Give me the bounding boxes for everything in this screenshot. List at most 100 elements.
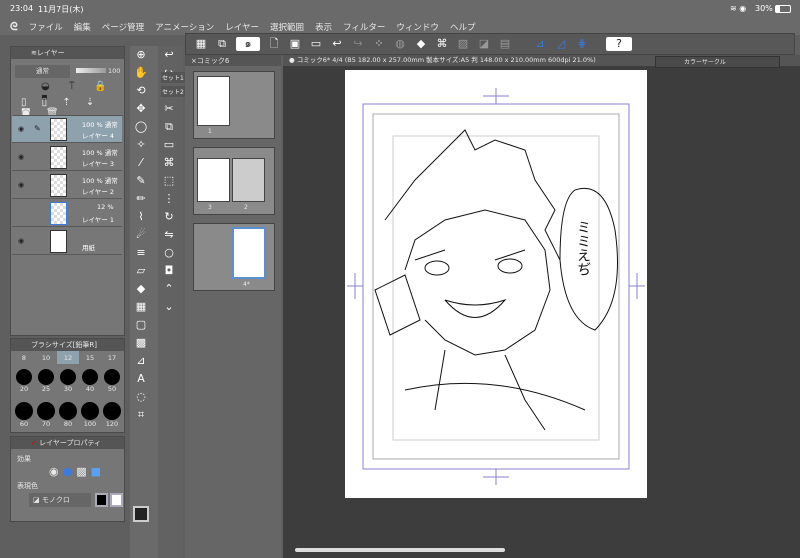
new-icon[interactable]: 🗋 [267,37,281,51]
brush-size[interactable]: 30 [57,364,79,398]
pen-icon[interactable]: ✎ [130,172,152,190]
save-icon[interactable]: ▭ [309,37,323,51]
rotate-icon[interactable]: ↻ [158,208,180,226]
shape-icon[interactable]: ◘ [158,262,180,280]
move-icon[interactable]: ✥ [130,100,152,118]
eyedropper-icon[interactable]: ⁄ [130,154,152,172]
eye-icon[interactable]: ◉ [18,237,24,245]
brush-size[interactable]: 8 [13,351,35,364]
ruler-icon[interactable]: ⊿ [130,352,152,370]
frame-icon[interactable]: ▤ [498,37,512,51]
grid-icon[interactable]: ⋮ [158,190,180,208]
brush-size[interactable]: 70 [35,398,57,432]
fill-layer-icon[interactable]: ◪ [477,37,491,51]
fill-icon[interactable]: ◆ [130,280,152,298]
set1-tab[interactable]: セット1 [161,72,185,83]
line-icon[interactable]: ⌗ [130,406,152,424]
transform-icon[interactable]: ◍ [393,37,407,51]
expression-color-select[interactable]: ◪ モノクロ [29,493,91,507]
grid-icon[interactable]: ▦ [194,37,208,51]
deselect-icon[interactable]: ⁘ [372,37,386,51]
cut-icon[interactable]: ✂ [158,100,180,118]
eye-icon[interactable]: ◉ [18,181,24,189]
symmetry-icon[interactable]: ⋕ [575,37,589,51]
pages-tab[interactable]: × コミック6 [185,55,281,66]
layer-row[interactable]: 12 % レイヤー 1 [12,200,122,227]
brush-size[interactable]: 10 [35,351,57,364]
layer-properties-tab[interactable]: ✓ レイヤープロパティ [11,437,124,449]
set2-tab[interactable]: セット2 [161,86,185,97]
open-icon[interactable]: ▣ [288,37,302,51]
brush-size[interactable]: 120 [101,398,123,432]
opacity-slider[interactable] [76,68,106,73]
down-icon[interactable]: ⌄ [158,298,180,316]
menu-help[interactable]: ヘルプ [450,21,476,33]
layer-icon[interactable]: ⧉ [215,37,229,51]
brush-size[interactable]: 15 [79,351,101,364]
rotate-icon[interactable]: ⟲ [130,82,152,100]
spiral-icon[interactable]: ๑ [236,37,260,51]
wand-icon[interactable]: ✧ [130,136,152,154]
menu-layer[interactable]: レイヤー [225,21,259,33]
menu-window[interactable]: ウィンドウ [396,21,439,33]
page-spread[interactable]: 32 [193,147,275,215]
fill-icon[interactable]: ◆ [414,37,428,51]
brush-size[interactable]: 25 [35,364,57,398]
brush-size-selected[interactable]: 12 [57,351,79,364]
eraser-icon[interactable]: ▱ [130,262,152,280]
brush-size[interactable]: 17 [101,351,123,364]
black-color-swatch[interactable] [95,493,108,507]
brush-size[interactable]: 20 [13,364,35,398]
page-spread[interactable]: 4* [193,223,275,291]
copy-icon[interactable]: ⧉ [158,118,180,136]
paste-icon[interactable]: ▭ [158,136,180,154]
zoom-icon[interactable]: ⊕ [130,46,152,64]
transform-icon[interactable]: ⌘ [158,154,180,172]
crop-icon[interactable]: ⌘ [435,37,449,51]
lasso-icon[interactable]: ◯ [130,118,152,136]
brush-size[interactable]: 50 [101,364,123,398]
app-logo-icon[interactable]: ᘓ [10,20,18,34]
effect-icons[interactable]: ◉●▩■ [49,465,105,478]
airbrush-icon[interactable]: ☄ [130,226,152,244]
menu-filter[interactable]: フィルター [343,21,385,33]
blend-icon[interactable]: ≡ [130,244,152,262]
clear-icon[interactable]: ▨ [456,37,470,51]
blend-mode-select[interactable]: 通常 [15,65,70,78]
up-icon[interactable]: ⌃ [158,280,180,298]
redo-icon[interactable]: ↪ [351,37,365,51]
ruler-icon[interactable]: ⊿ [533,37,547,51]
menu-selection[interactable]: 選択範囲 [270,21,304,33]
balloon-icon[interactable]: ◌ [130,388,152,406]
canvas-page[interactable]: ミミえぢ [345,70,647,498]
pencil-icon[interactable]: ✏ [130,190,152,208]
layer-row[interactable]: ◉ ✎ 100 % 通常 レイヤー 4 [12,116,122,143]
main-color-swatch[interactable] [133,506,149,522]
text-icon[interactable]: A [130,370,152,388]
brush-size[interactable]: 80 [57,398,79,432]
brush-size-tab[interactable]: ブラシサイズ[鉛筆R] [11,339,124,351]
brush-size[interactable]: 100 [79,398,101,432]
frame-icon[interactable]: ▩ [130,334,152,352]
layer-row[interactable]: ◉ 100 % 通常 レイヤー 3 [12,144,122,171]
menu-view[interactable]: 表示 [315,21,332,33]
eye-icon[interactable]: ◉ [18,153,24,161]
brush-size[interactable]: 40 [79,364,101,398]
layers-tab[interactable]: ≋ レイヤー [11,47,124,59]
menu-page[interactable]: ページ管理 [102,21,144,33]
color-circle-panel[interactable]: カラーサークル [655,56,780,68]
undo-icon[interactable]: ↩ [330,37,344,51]
undo-icon[interactable]: ↩ [158,46,180,64]
menu-animation[interactable]: アニメーション [155,21,214,33]
brush-size[interactable]: 60 [13,398,35,432]
menu-file[interactable]: ファイル [29,21,63,33]
hand-icon[interactable]: ✋ [130,64,152,82]
flip-icon[interactable]: ⇋ [158,226,180,244]
layer-row[interactable]: ◉ 用紙 [12,228,122,255]
ruler-snap-icon[interactable]: ◿ [554,37,568,51]
circle-icon[interactable]: ○ [158,244,180,262]
layer-row[interactable]: ◉ 100 % 通常 レイヤー 2 [12,172,122,199]
white-color-swatch[interactable] [110,493,123,507]
opacity-value[interactable]: 100 [108,67,120,75]
home-indicator[interactable] [295,548,505,552]
